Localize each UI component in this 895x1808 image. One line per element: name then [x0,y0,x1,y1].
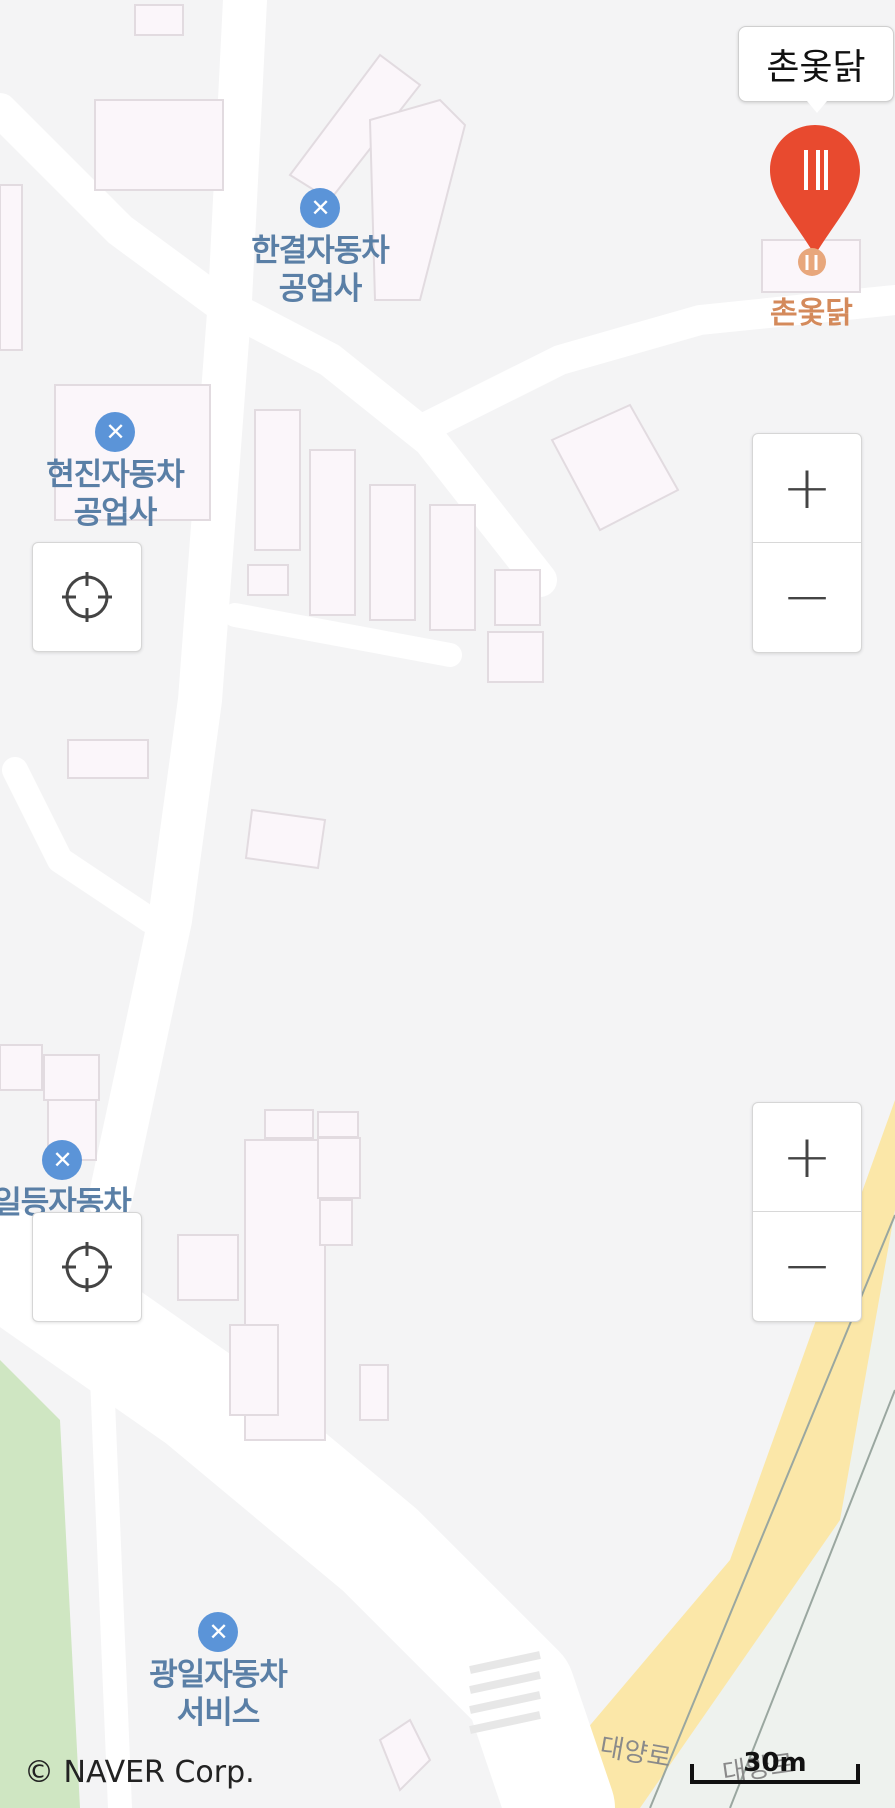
wrench-icon: ✕ [95,412,135,452]
locate-icon [62,572,112,622]
scale-tick [856,1764,860,1784]
poi-name-line1: 광일자동차 [149,1657,288,1693]
poi-name-line2: 공업사 [278,271,363,307]
zoom-out-icon[interactable]: − [753,543,861,651]
locate-button[interactable] [32,542,142,652]
wrench-icon: ✕ [198,1612,238,1652]
zoom-in-icon[interactable]: + [753,1103,861,1211]
scale-line [690,1780,860,1784]
map-canvas[interactable] [0,0,895,1808]
poi-name-line1: 현진자동차 [46,457,185,493]
poi-label[interactable]: ✕ 광일자동차 서비스 [128,1612,308,1732]
place-callout[interactable]: 촌옻닭 [738,26,894,113]
scale-tick [690,1764,694,1784]
poi-label[interactable]: ✕ 한결자동차 공업사 [230,188,410,308]
scale-bar: 30m [690,1748,860,1788]
restaurant-pin-icon [798,248,826,276]
locate-button[interactable] [32,1212,142,1322]
copyright-text: © NAVER Corp. [24,1755,255,1790]
poi-name-line2: 공업사 [73,495,158,531]
place-label[interactable]: 촌옻닭 [770,288,853,332]
zoom-out-icon[interactable]: − [753,1212,861,1320]
scale-label: 30m [743,1748,807,1778]
poi-name-line1: 한결자동차 [251,233,390,269]
locate-icon [62,1242,112,1292]
wrench-icon: ✕ [42,1140,82,1180]
zoom-in-icon[interactable]: + [753,434,861,542]
wrench-icon: ✕ [300,188,340,228]
zoom-control: + − [752,1102,862,1322]
place-callout-label: 촌옻닭 [766,47,866,88]
poi-name-line2: 서비스 [176,1695,261,1731]
zoom-control: + − [752,433,862,653]
poi-label[interactable]: ✕ 현진자동차 공업사 [25,412,205,532]
